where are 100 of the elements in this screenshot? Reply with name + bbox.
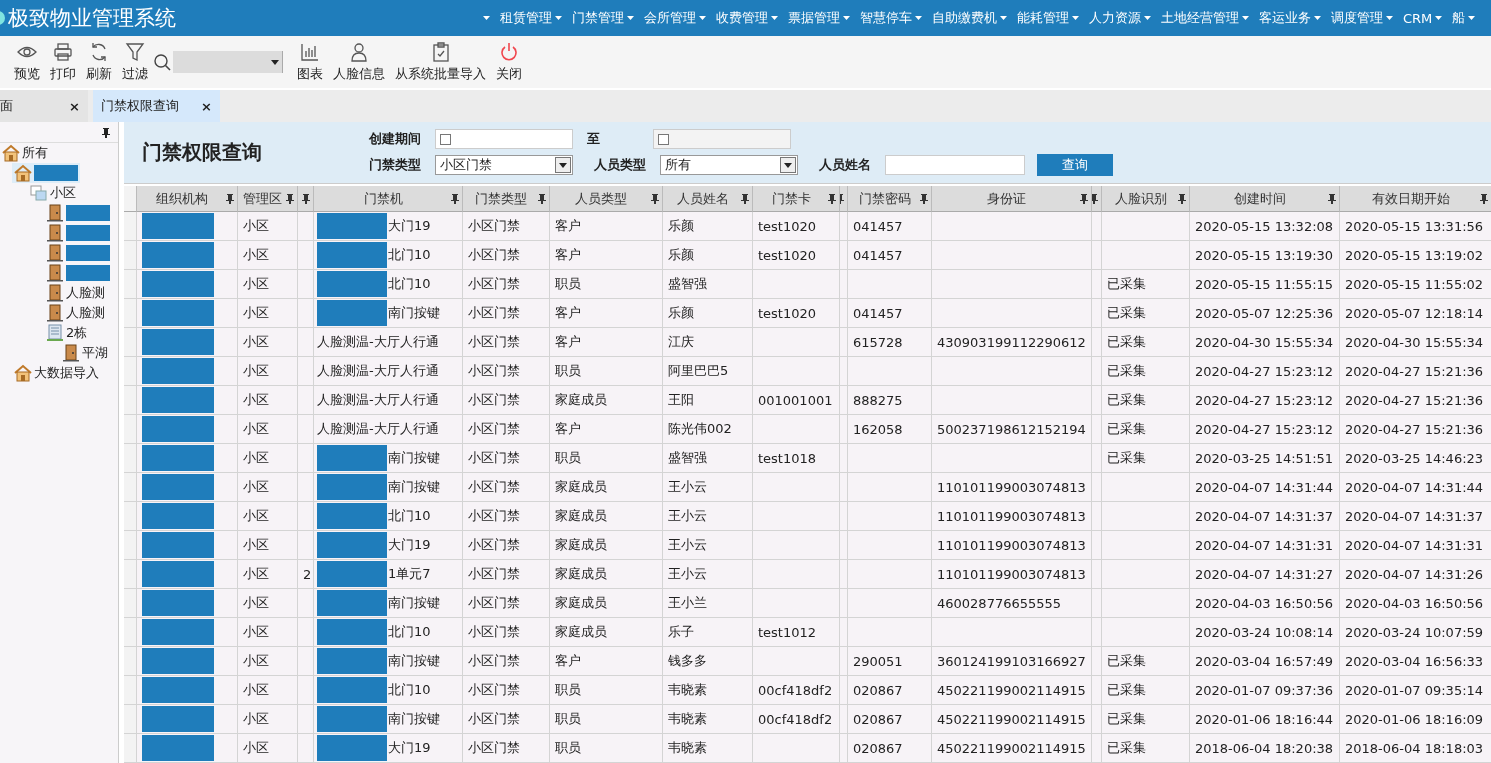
menu-item[interactable]: 能耗管理 <box>1012 9 1084 27</box>
row-header[interactable] <box>124 270 137 299</box>
search-combo[interactable] <box>173 51 283 73</box>
date-field[interactable] <box>435 129 573 149</box>
row-header[interactable] <box>124 705 137 734</box>
column-header[interactable]: 门禁类型 <box>463 186 550 212</box>
redaction-block <box>317 735 387 761</box>
column-header[interactable]: 人员类型 <box>550 186 663 212</box>
column-header[interactable]: 门禁机 <box>314 186 463 212</box>
row-header[interactable] <box>124 560 137 589</box>
toolbar-button[interactable]: 人脸信息 <box>329 39 389 85</box>
menu-item[interactable]: CRM <box>1398 10 1448 26</box>
caret-icon <box>1314 16 1321 20</box>
toolbar-button[interactable]: 过滤 <box>118 39 152 85</box>
search-button[interactable]: 查询 <box>1037 154 1113 176</box>
tree-item[interactable]: 2栋 <box>44 323 90 343</box>
table-cell: 110101199003074813 <box>932 502 1092 531</box>
tree-item[interactable]: 平湖 <box>60 343 110 363</box>
row-header[interactable] <box>124 589 137 618</box>
toolbar-button[interactable]: 预览 <box>10 39 44 85</box>
menu-item[interactable]: 船 <box>1447 9 1481 27</box>
menu-item[interactable]: 智慧停车 <box>855 9 927 27</box>
menu-item[interactable]: 客运业务 <box>1254 9 1326 27</box>
person-type-select[interactable]: 所有 <box>660 155 798 175</box>
door-name: 南门按键 <box>388 304 440 322</box>
table-cell: 2020-05-15 13:19:02 <box>1340 241 1491 270</box>
column-header[interactable] <box>1092 186 1102 212</box>
table-cell: 2020-03-04 16:57:49 <box>1190 647 1340 676</box>
tree-item[interactable] <box>44 223 112 243</box>
row-header[interactable] <box>124 444 137 473</box>
row-header[interactable] <box>124 241 137 270</box>
row-header[interactable] <box>124 212 137 241</box>
toolbar-button[interactable]: 刷新 <box>82 39 116 85</box>
row-header[interactable] <box>124 386 137 415</box>
redaction-block <box>142 271 214 297</box>
column-header[interactable]: 人脸识别 <box>1102 186 1190 212</box>
toolbar-button[interactable]: 图表 <box>293 39 327 85</box>
column-header[interactable]: 管理区 <box>238 186 298 212</box>
close-button[interactable]: × <box>69 98 80 114</box>
tree-item[interactable] <box>44 243 112 263</box>
tree-item[interactable]: 小区 <box>28 183 78 203</box>
row-header[interactable] <box>124 502 137 531</box>
menu-item[interactable]: 门禁管理 <box>567 9 639 27</box>
tree-item[interactable]: 人脸测 <box>44 303 107 323</box>
name-input[interactable] <box>885 155 1025 175</box>
redaction-block <box>142 300 214 326</box>
column-header[interactable]: 有效日期开始 <box>1340 186 1491 212</box>
row-header[interactable] <box>124 647 137 676</box>
tree-item[interactable] <box>44 263 112 283</box>
table-cell: 小区门禁 <box>463 328 550 357</box>
column-header[interactable] <box>298 186 314 212</box>
tree-item[interactable] <box>12 163 80 183</box>
row-header[interactable] <box>124 734 137 763</box>
menu-item[interactable]: 人力资源 <box>1084 9 1156 27</box>
row-header[interactable] <box>124 299 137 328</box>
row-header[interactable] <box>124 357 137 386</box>
tree-item[interactable]: 人脸测 <box>44 283 107 303</box>
menu-item[interactable]: 收费管理 <box>711 9 783 27</box>
table-cell: 客户 <box>550 241 663 270</box>
menu-item[interactable]: 会所管理 <box>639 9 711 27</box>
table-cell: 小区门禁 <box>463 473 550 502</box>
row-header[interactable] <box>124 415 137 444</box>
close-button[interactable]: × <box>201 98 212 114</box>
column-header[interactable]: 身份证 <box>932 186 1092 212</box>
column-header[interactable] <box>840 186 848 212</box>
table-cell: 2020-04-27 15:23:12 <box>1190 386 1340 415</box>
tree-item[interactable] <box>44 203 112 223</box>
checkbox[interactable] <box>440 133 451 145</box>
caret-icon <box>699 16 706 20</box>
table-cell: 小区门禁 <box>463 299 550 328</box>
table-cell: 王小兰 <box>663 589 753 618</box>
row-header[interactable] <box>124 531 137 560</box>
column-header[interactable]: 人员姓名 <box>663 186 753 212</box>
menu-item[interactable]: 票据管理 <box>783 9 855 27</box>
menu-item[interactable]: 自助缴费机 <box>927 9 1012 27</box>
tab[interactable]: 面 × <box>0 90 88 122</box>
menu-item[interactable]: 租赁管理 <box>495 9 567 27</box>
column-header[interactable]: 门禁密码 <box>848 186 932 212</box>
tree-item[interactable]: 大数据导入 <box>12 363 101 383</box>
row-header[interactable] <box>124 473 137 502</box>
table-cell: 乐颜 <box>663 212 753 241</box>
tab[interactable]: 门禁权限查询 × <box>93 90 220 122</box>
table-cell: 615728 <box>848 328 932 357</box>
column-header[interactable]: 创建时间 <box>1190 186 1340 212</box>
toolbar-button[interactable]: 关闭 <box>492 39 526 85</box>
row-header[interactable] <box>124 328 137 357</box>
door-type-select[interactable]: 小区门禁 <box>435 155 573 175</box>
pin-icon <box>1080 194 1088 204</box>
caret-icon[interactable] <box>483 16 490 20</box>
toolbar-button[interactable]: 从系统批量导入 <box>391 39 490 85</box>
column-header[interactable]: 组织机构 <box>137 186 238 212</box>
menu-item[interactable]: 土地经营管理 <box>1156 9 1254 27</box>
toolbar-button[interactable]: 打印 <box>46 39 80 85</box>
row-header[interactable] <box>124 676 137 705</box>
column-header[interactable]: 门禁卡 <box>753 186 840 212</box>
caret-icon <box>915 16 922 20</box>
menu-item[interactable]: 调度管理 <box>1326 9 1398 27</box>
row-header[interactable] <box>124 618 137 647</box>
redaction-block <box>317 271 387 297</box>
tree-item[interactable]: 所有 <box>0 143 50 163</box>
